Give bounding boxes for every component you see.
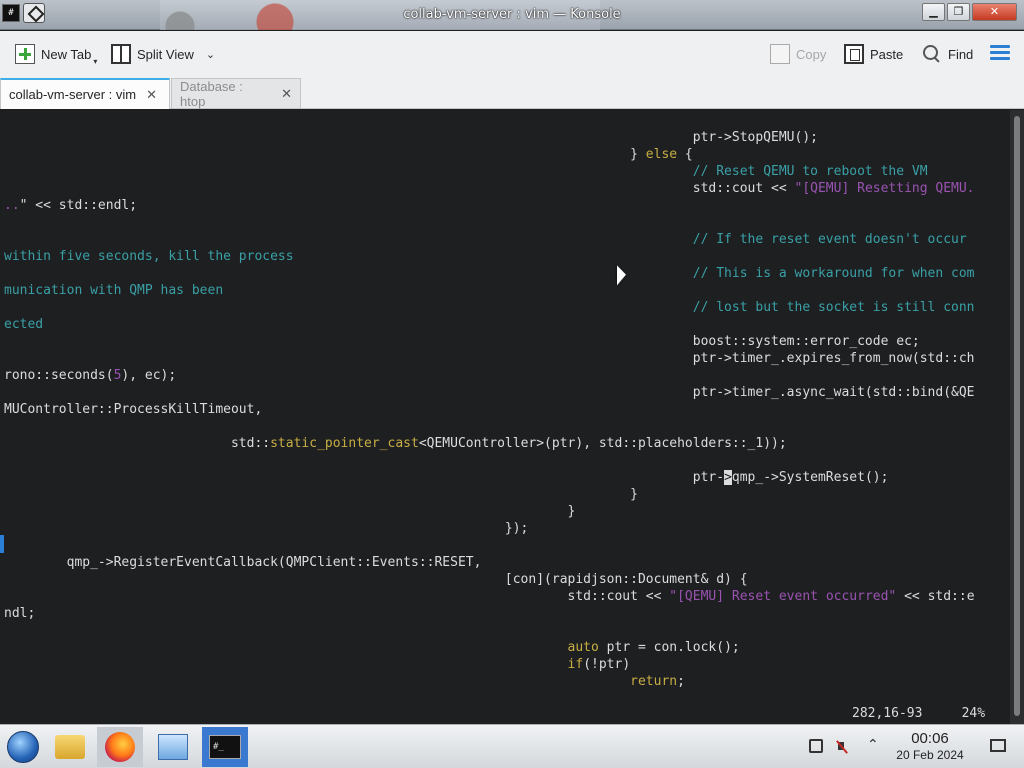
volume-muted-icon[interactable] (838, 739, 852, 753)
scrollbar-thumb[interactable] (1014, 116, 1020, 716)
tab-database[interactable]: Database : htop ✕ (171, 78, 301, 109)
terminal-scrollbar[interactable] (1010, 110, 1024, 724)
code-line: within five seconds, kill the process (4, 249, 294, 264)
code-line: .." << std::endl; (4, 198, 138, 213)
new-tab-label: New Tab (41, 46, 92, 62)
network-monitor-icon (158, 734, 188, 760)
new-tab-button[interactable]: New Tab ▾ (15, 41, 97, 67)
find-label: Find (948, 46, 974, 62)
paste-icon (844, 44, 864, 64)
code-line: std::cout << "[QEMU] Reset event occurre… (4, 589, 975, 604)
code-line: std::static_pointer_cast<QEMUController>… (4, 436, 787, 451)
scroll-percent: 24% (961, 706, 986, 721)
copy-icon (770, 44, 790, 64)
clipboard-icon[interactable] (809, 739, 823, 753)
hamburger-menu-icon[interactable] (990, 45, 1010, 61)
code-line: auto ptr = con.lock(); (567, 640, 740, 655)
paste-label: Paste (870, 46, 904, 62)
taskbar-konsole[interactable]: #_ (202, 727, 248, 767)
taskbar-file-manager[interactable] (47, 727, 93, 767)
tab-label: Database : htop (180, 78, 243, 109)
new-tab-icon (15, 44, 35, 64)
tab-bar: collab-vm-server : vim ✕ Database : htop… (0, 77, 1024, 109)
tab-collab-vm-server[interactable]: collab-vm-server : vim ✕ (0, 78, 170, 109)
maximize-button[interactable]: ❐ (947, 3, 970, 21)
code-line: return; (630, 674, 685, 689)
code-line: }); (4, 521, 529, 536)
mouse-cursor-icon (617, 265, 626, 289)
code-line: ptr->timer_.expires_from_now(std::ch (4, 351, 975, 366)
line-marker (0, 535, 4, 553)
tab-label: collab-vm-server : vim (9, 87, 137, 102)
window-title: collab-vm-server : vim — Konsole (403, 7, 621, 22)
code-line: // If the reset event doesn't occur (692, 232, 967, 247)
clock-time[interactable]: 00:06 (894, 730, 966, 747)
code-line: [con](rapidjson::Document& d) { (4, 572, 748, 587)
code-line: // lost but the socket is still conn (692, 300, 975, 315)
chevron-down-icon[interactable]: ⌄ (206, 48, 215, 61)
tray-expand-icon[interactable]: ⌃ (867, 737, 879, 753)
paste-button[interactable]: Paste (844, 41, 903, 67)
terminal-view[interactable]: ptr->StopQEMU(); } else { // Reset QEMU … (0, 110, 1010, 724)
code-line: std::cout << "[QEMU] Resetting QEMU. (4, 181, 975, 196)
code-line: ptr->StopQEMU(); (4, 130, 818, 145)
code-line: ected (4, 317, 44, 332)
split-view-button[interactable]: Split View ⌄ (111, 41, 215, 67)
minimize-button[interactable]: ▁ (922, 3, 945, 21)
copy-label: Copy (796, 46, 827, 62)
toolbar: New Tab ▾ Split View ⌄ Copy Paste Find (0, 31, 1024, 77)
start-orb-icon (7, 731, 39, 763)
code-line: boost::system::error_code ec; (4, 334, 920, 349)
folder-icon (55, 735, 85, 759)
code-line: ndl; (4, 606, 36, 621)
search-icon (922, 44, 942, 64)
taskbar-firefox[interactable] (97, 727, 143, 767)
show-desktop-icon[interactable] (990, 739, 1006, 752)
close-tab-icon[interactable]: ✕ (146, 87, 157, 103)
close-button[interactable]: ✕ (972, 3, 1017, 21)
vim-status-line: 282,16-93 24% (852, 706, 985, 721)
split-view-label: Split View (137, 46, 194, 62)
code-line: // This is a workaround for when com (692, 266, 975, 281)
code-line: } (4, 504, 576, 519)
clock-date[interactable]: 20 Feb 2024 (890, 748, 970, 762)
code-line: ptr->qmp_->SystemReset(); (4, 470, 889, 485)
split-view-icon (111, 44, 131, 64)
code-line: // Reset QEMU to reboot the VM (692, 164, 928, 179)
firefox-icon (105, 732, 135, 762)
chevron-down-icon: ▾ (93, 56, 98, 66)
code-line: munication with QMP has been (4, 283, 224, 298)
cursor-position: 282,16-93 (852, 706, 923, 721)
code-line: ptr->timer_.async_wait(std::bind(&QE (4, 385, 975, 400)
close-tab-icon[interactable]: ✕ (281, 86, 292, 102)
code-line: qmp_->RegisterEventCallback(QMPClient::E… (4, 555, 482, 570)
taskbar-network[interactable] (150, 727, 196, 767)
code-line: if(!ptr) (567, 657, 631, 672)
find-button[interactable]: Find (922, 41, 973, 67)
code-line: MUController::ProcessKillTimeout, (4, 402, 263, 417)
code-line: rono::seconds(5), ec); (4, 368, 177, 383)
start-button[interactable] (0, 727, 46, 767)
code-line: } else { (4, 147, 693, 162)
window-titlebar[interactable]: # collab-vm-server : vim — Konsole ▁ ❐ ✕ (0, 0, 1024, 30)
konsole-icon: #_ (209, 735, 241, 759)
taskbar: #_ ⌃ 00:06 20 Feb 2024 (0, 724, 1024, 768)
copy-button[interactable]: Copy (770, 41, 826, 67)
code-line: } (4, 487, 638, 502)
